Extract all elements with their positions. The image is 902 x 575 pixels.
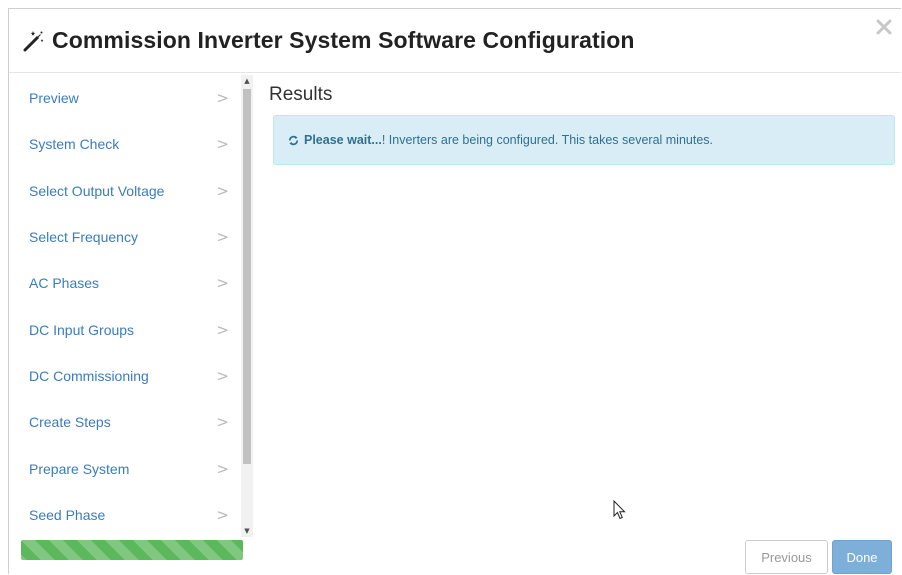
dialog-title: Commission Inverter System Software Conf… (52, 27, 635, 53)
progress-bar (21, 540, 243, 560)
scroll-up-arrow-icon[interactable]: ▲ (241, 75, 253, 87)
sidebar-item-system-check[interactable]: System Check > (9, 121, 239, 167)
chevron-right-icon: > (216, 274, 229, 293)
alert-bold-text: Please wait... (304, 133, 382, 147)
results-heading: Results (269, 84, 333, 105)
chevron-right-icon: > (216, 228, 229, 247)
commission-dialog: Commission Inverter System Software Conf… (8, 8, 901, 575)
chevron-right-icon: > (216, 89, 229, 108)
progress-bar-fill (21, 540, 243, 560)
chevron-right-icon: > (216, 181, 229, 200)
mouse-pointer-icon (613, 500, 626, 520)
wizard-steps-list: Preview > System Check > Select Output V… (9, 75, 239, 535)
main-panel: Results Please wait...! Inverters are be… (261, 73, 901, 575)
sidebar-item-select-output-voltage[interactable]: Select Output Voltage > (9, 168, 239, 214)
chevron-right-icon: > (216, 135, 229, 154)
sidebar-item-label: System Check (29, 136, 120, 153)
sidebar-scrollbar[interactable]: ▲ ▼ (241, 75, 253, 537)
sidebar-item-create-steps[interactable]: Create Steps > (9, 399, 239, 445)
magic-wand-icon (23, 30, 44, 51)
done-button[interactable]: Done (832, 540, 892, 574)
sidebar-item-preview[interactable]: Preview > (9, 75, 239, 121)
sidebar-item-dc-input-groups[interactable]: DC Input Groups > (9, 306, 239, 352)
sidebar-item-label: Preview (29, 90, 79, 107)
alert-text: ! Inverters are being configured. This t… (381, 133, 714, 147)
sidebar-item-dc-commissioning[interactable]: DC Commissioning > (9, 353, 239, 399)
chevron-right-icon: > (216, 505, 229, 524)
sidebar-item-label: AC Phases (29, 275, 100, 292)
chevron-right-icon: > (216, 320, 229, 339)
dialog-header: Commission Inverter System Software Conf… (9, 9, 901, 73)
dialog-title-wrap: Commission Inverter System Software Conf… (21, 27, 635, 54)
sidebar-item-label: Select Output Voltage (29, 182, 165, 199)
sidebar-item-prepare-system[interactable]: Prepare System > (9, 445, 239, 491)
sidebar-item-label: Prepare System (29, 460, 130, 477)
sidebar-item-label: Seed Phase (29, 506, 106, 523)
status-alert: Please wait...! Inverters are being conf… (273, 115, 895, 165)
close-icon[interactable] (875, 18, 893, 36)
sidebar-item-label: DC Commissioning (29, 367, 149, 384)
sidebar-item-label: Create Steps (29, 414, 111, 431)
sidebar-item-label: Select Frequency (29, 229, 138, 246)
previous-button[interactable]: Previous (745, 540, 828, 574)
wizard-steps-sidebar: Preview > System Check > Select Output V… (9, 73, 253, 575)
sidebar-item-select-frequency[interactable]: Select Frequency > (9, 214, 239, 260)
chevron-right-icon: > (216, 366, 229, 385)
sidebar-item-label: DC Input Groups (29, 321, 135, 338)
refresh-spinner-icon (289, 135, 298, 145)
sidebar-item-ac-phases[interactable]: AC Phases > (9, 260, 239, 306)
chevron-right-icon: > (216, 459, 229, 478)
scrollbar-thumb[interactable] (243, 89, 251, 464)
chevron-right-icon: > (216, 413, 229, 432)
scroll-down-arrow-icon[interactable]: ▼ (241, 525, 253, 537)
sidebar-item-seed-phase[interactable]: Seed Phase > (9, 492, 239, 535)
